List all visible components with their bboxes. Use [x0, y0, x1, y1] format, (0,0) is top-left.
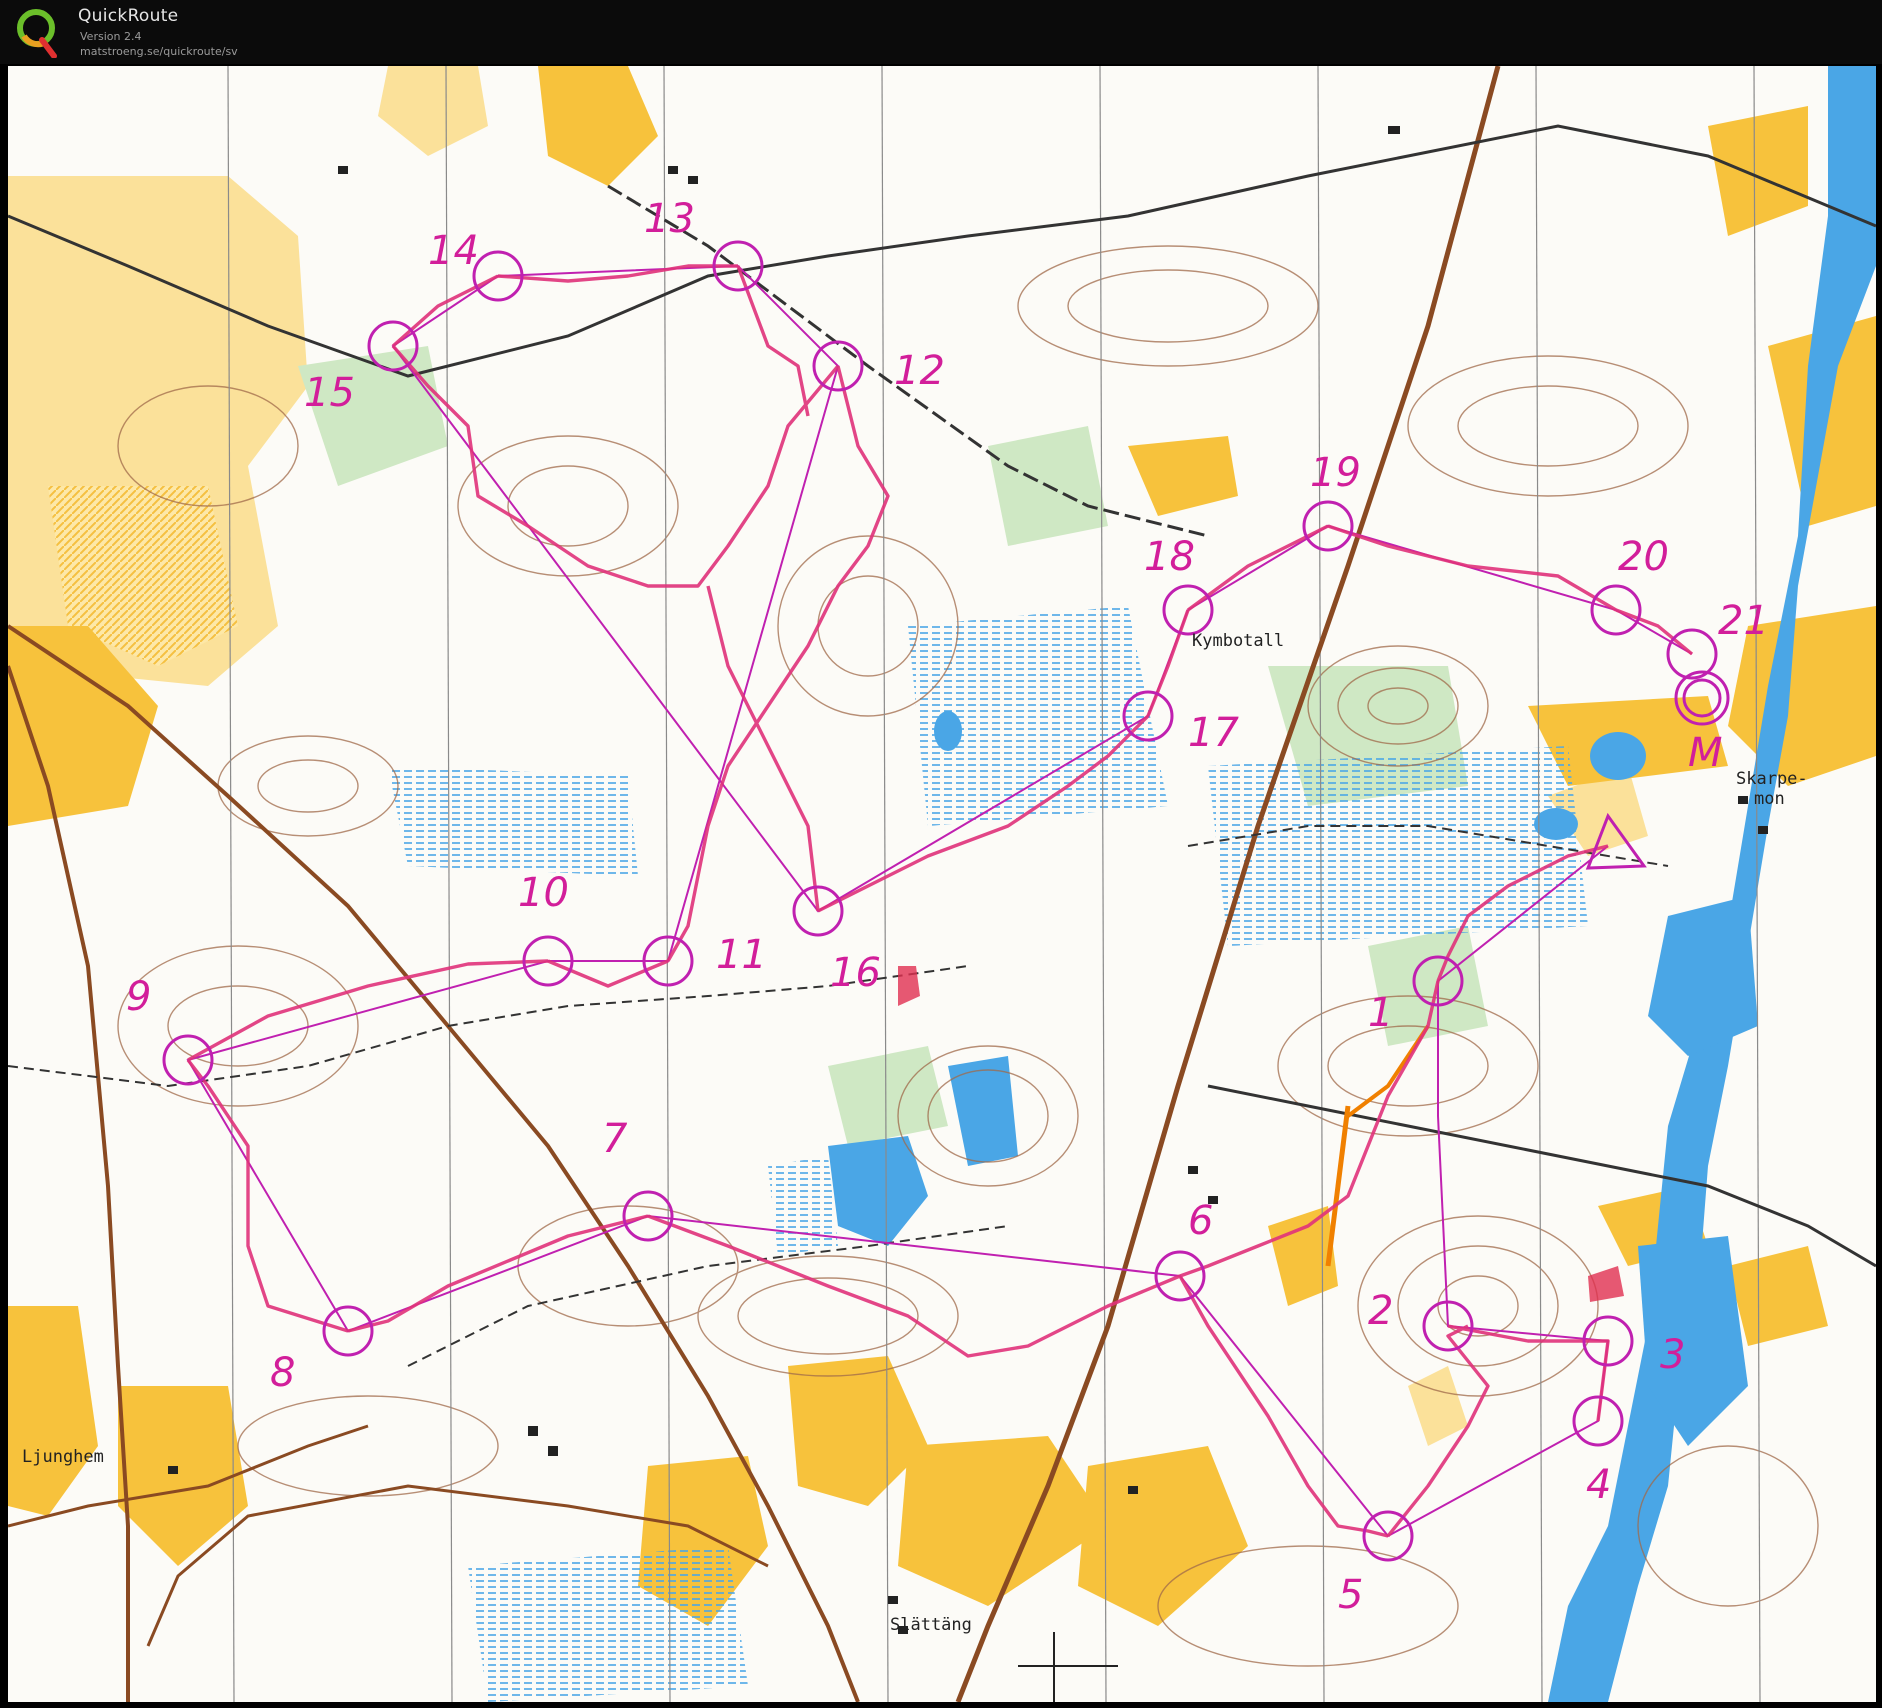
- place-ljunghem: Ljunghem: [22, 1447, 104, 1467]
- finish-label: M: [1688, 730, 1723, 776]
- control-label-19: 19: [1310, 450, 1361, 496]
- control-label-16: 16: [830, 950, 881, 996]
- quickroute-logo-icon: [17, 9, 57, 58]
- place-kymbotall: Kymbotall: [1192, 631, 1284, 651]
- control-label-17: 17: [1188, 710, 1239, 756]
- place-skarpemon-line1: Skarpe-: [1736, 769, 1808, 789]
- orienteering-map[interactable]: 1 2 3 4 5 6 7 8 9 10 11 12 13 14 15 16 1…: [8, 66, 1876, 1702]
- app-url[interactable]: matstroeng.se/quickroute/sv: [80, 45, 238, 58]
- control-label-5: 5: [1338, 1572, 1363, 1618]
- control-label-14: 14: [428, 228, 479, 274]
- app-version: Version 2.4: [80, 30, 142, 43]
- control-label-6: 6: [1188, 1198, 1213, 1244]
- place-slattang: Slättäng: [890, 1615, 972, 1635]
- place-skarpemon-line2: mon: [1754, 789, 1785, 809]
- control-label-1: 1: [1368, 990, 1393, 1036]
- control-label-21: 21: [1718, 598, 1769, 644]
- app-titlebar: QuickRoute Version 2.4 matstroeng.se/qui…: [0, 0, 1882, 64]
- control-label-15: 15: [304, 370, 355, 416]
- control-label-8: 8: [270, 1350, 295, 1396]
- control-label-7: 7: [602, 1116, 628, 1162]
- map-canvas[interactable]: 1 2 3 4 5 6 7 8 9 10 11 12 13 14 15 16 1…: [8, 66, 1876, 1702]
- control-label-18: 18: [1144, 534, 1195, 580]
- control-label-13: 13: [644, 196, 695, 242]
- control-label-10: 10: [518, 870, 569, 916]
- control-label-4: 4: [1586, 1462, 1611, 1508]
- app-name: QuickRoute: [78, 6, 179, 26]
- control-label-20: 20: [1618, 534, 1669, 580]
- control-label-3: 3: [1660, 1332, 1685, 1378]
- control-label-12: 12: [894, 348, 945, 394]
- vegetation-layer: [8, 66, 1876, 1702]
- control-label-2: 2: [1368, 1288, 1393, 1334]
- control-label-9: 9: [126, 974, 151, 1020]
- control-label-11: 11: [716, 932, 767, 978]
